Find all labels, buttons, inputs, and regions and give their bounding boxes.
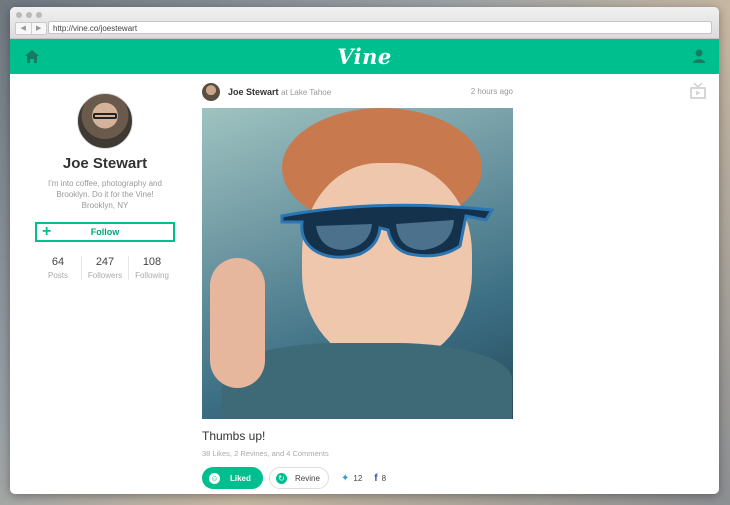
maximize-window-button[interactable] [36,12,42,18]
browser-window: ◀ ▶ http://vine.co/joestewart Vine Joe S… [10,7,719,494]
post-author-avatar[interactable] [202,83,220,101]
minimize-window-button[interactable] [26,12,32,18]
profile-stats: 64 Posts 247 Followers 108 Following [35,256,175,280]
bio-location: Brooklyn, NY [81,201,129,210]
post-video[interactable] [202,108,513,419]
window-controls [16,12,42,18]
facebook-share[interactable]: f 8 [374,473,386,484]
post-actions: ☺ Liked ↻ Revine ✦ 12 f 8 [202,467,513,489]
photo-face [302,163,472,363]
post-timestamp: 2 hours ago [470,87,513,96]
browser-toolbar: ◀ ▶ http://vine.co/joestewart [10,7,719,39]
stat-label: Posts [47,271,68,280]
post-header: Joe Stewart at Lake Tahoe 2 hours ago [202,83,513,101]
tv-icon[interactable] [689,82,707,100]
photo-sunglasses [280,203,494,259]
bio-line: Brooklyn. Do it for the Vine! [56,190,154,199]
stat-value: 64 [51,256,65,268]
user-icon[interactable] [692,48,706,64]
photo-thumb [210,258,265,388]
post-location[interactable]: at Lake Tahoe [281,88,331,97]
stat-following[interactable]: 108 Following [128,256,175,280]
address-bar[interactable]: http://vine.co/joestewart [48,21,712,34]
photo-shirt [222,343,512,419]
facebook-count: 8 [381,473,387,483]
bio-line: I'm into coffee, photography and [48,179,162,188]
close-window-button[interactable] [16,12,22,18]
stat-label: Followers [87,271,123,280]
smile-icon: ☺ [209,472,220,484]
stat-label: Following [135,271,169,280]
plus-icon: + [42,223,52,240]
profile-sidebar: Joe Stewart I'm into coffee, photography… [35,93,175,280]
twitter-count: 12 [353,473,363,483]
twitter-icon: ✦ [341,472,350,484]
app-header: Vine [10,39,719,74]
profile-name: Joe Stewart [62,155,148,172]
twitter-share[interactable]: ✦ 12 [341,473,362,484]
revine-button[interactable]: ↻ Revine [269,467,329,489]
post-card: Joe Stewart at Lake Tahoe 2 hours ago Th… [202,83,513,489]
profile-bio: I'm into coffee, photography and Brookly… [35,178,175,211]
vine-logo[interactable]: Vine [10,44,719,69]
liked-button[interactable]: ☺ Liked [202,467,263,489]
post-author: Joe Stewart at Lake Tahoe [228,87,331,97]
stat-value: 247 [95,256,115,268]
post-caption: Thumbs up! [202,429,266,443]
stat-posts[interactable]: 64 Posts [35,256,81,280]
forward-button[interactable]: ▶ [30,23,47,34]
follow-button[interactable]: + Follow [35,222,175,242]
post-author-name[interactable]: Joe Stewart [228,87,279,97]
liked-button-label: Liked [230,473,251,483]
follow-button-label: Follow [90,227,120,237]
avatar-glasses-icon [93,113,117,119]
stat-value: 108 [142,256,162,268]
revine-button-label: Revine [295,473,320,483]
history-nav: ◀ ▶ [15,22,47,35]
facebook-icon: f [374,472,378,484]
back-button[interactable]: ◀ [16,23,31,34]
post-counts[interactable]: 38 Likes, 2 Revines, and 4 Comments [202,449,513,458]
avatar[interactable] [77,93,133,149]
stat-followers[interactable]: 247 Followers [81,256,128,280]
revine-icon: ↻ [276,472,287,484]
